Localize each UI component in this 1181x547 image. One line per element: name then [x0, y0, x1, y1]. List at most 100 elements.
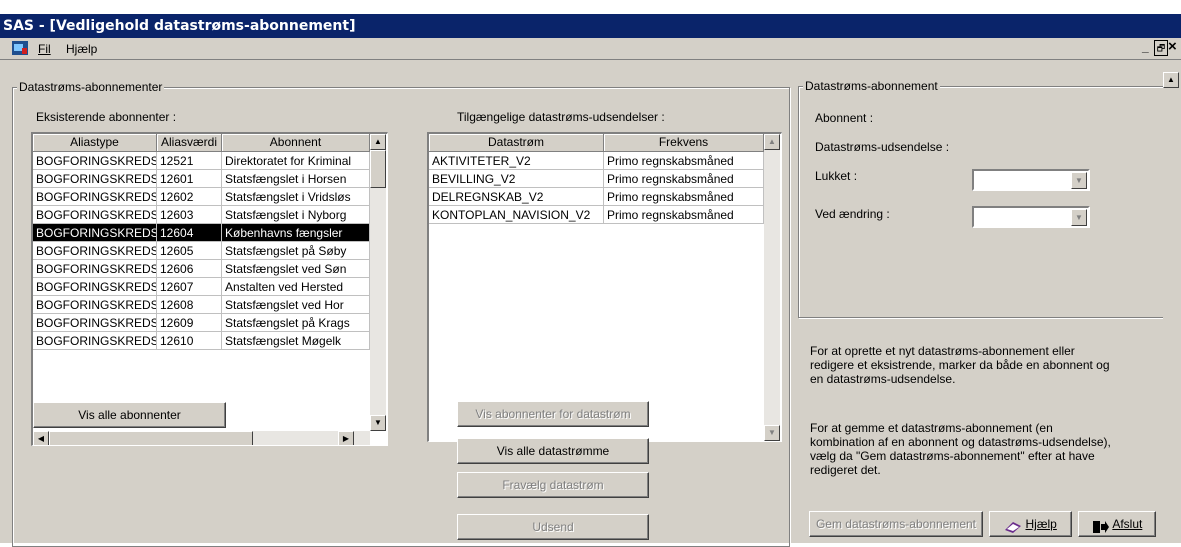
exit-button[interactable]: Afslut — [1078, 511, 1156, 537]
subscriber-label: Abonnent : — [815, 111, 874, 125]
available-streams-label: Tilgængelige datastrøms-udsendelser : — [457, 110, 665, 124]
table-row[interactable]: BOGFORINGSKREDS 12606 Statsfængslet ved Sø… — [33, 260, 370, 278]
streams-vscroll[interactable]: ▲ ▼ — [764, 134, 780, 441]
deselect-stream-button[interactable]: Fravælg datastrøm — [457, 472, 649, 498]
scroll-down-icon[interactable]: ▼ — [370, 415, 386, 431]
table-cell: BOGFORINGSKREDS — [33, 332, 157, 350]
panel-vscroll[interactable]: ▲ — [1163, 72, 1179, 520]
streams-grid[interactable]: Datastrøm Frekvens AKTIVITETER_V2 Primo r… — [427, 132, 782, 442]
table-row[interactable]: BOGFORINGSKREDS 12521 Direktoratet for Kri… — [33, 152, 370, 170]
table-cell: 12606 — [157, 260, 222, 278]
table-cell: 12601 — [157, 170, 222, 188]
closed-combo[interactable]: ▼ — [972, 169, 1090, 191]
subscribers-vscroll[interactable]: ▲ ▼ — [370, 134, 386, 431]
existing-subscribers-label: Eksisterende abonnenter : — [36, 110, 177, 124]
table-row[interactable]: BOGFORINGSKREDS 12608 Statsfængslet ved Ho… — [33, 296, 370, 314]
table-row[interactable]: BOGFORINGSKREDS 12603 Statsfængslet i Nybo… — [33, 206, 370, 224]
table-cell: Statsfængslet på Krags — [222, 314, 370, 332]
table-cell: Statsfængslet på Søby — [222, 242, 370, 260]
exit-door-icon — [1092, 518, 1110, 533]
table-cell: BOGFORINGSKREDS — [33, 188, 157, 206]
table-cell: Statsfængslet i Vridsløs — [222, 188, 370, 206]
menu-help[interactable]: Hjælp — [66, 42, 97, 56]
exit-button-label: Afslut — [1112, 517, 1143, 531]
table-cell: 12609 — [157, 314, 222, 332]
table-row[interactable]: AKTIVITETER_V2 Primo regnskabsmåned — [429, 152, 764, 170]
table-cell: Direktoratet for Kriminal — [222, 152, 370, 170]
table-cell: Primo regnskabsmåned — [604, 206, 764, 224]
table-row[interactable]: BOGFORINGSKREDS 12609 Statsfængslet på Kra… — [33, 314, 370, 332]
table-row[interactable]: BOGFORINGSKREDS 12604 Københavns fængsler — [33, 224, 370, 242]
subscribers-hscroll[interactable]: ◀ ▶ — [33, 431, 370, 445]
table-row[interactable]: BEVILLING_V2 Primo regnskabsmåned — [429, 170, 764, 188]
table-cell: 12607 — [157, 278, 222, 296]
table-cell: Statsfængslet i Horsen — [222, 170, 370, 188]
table-cell: BOGFORINGSKREDS — [33, 206, 157, 224]
menu-help-label: Hjælp — [66, 42, 98, 56]
table-cell: Statsfængslet i Nyborg — [222, 206, 370, 224]
sas-app-icon[interactable] — [12, 41, 28, 55]
on-change-label: Ved ændring : — [815, 207, 890, 221]
scroll-up-icon[interactable]: ▲ — [1163, 72, 1179, 88]
show-all-subscribers-button[interactable]: Vis alle abonnenter — [33, 402, 226, 428]
table-cell: Københavns fængsler — [222, 224, 370, 242]
table-row[interactable]: BOGFORINGSKREDS 12605 Statsfængslet på Søb… — [33, 242, 370, 260]
subscribers-hscroll-thumb[interactable] — [49, 431, 253, 445]
save-help-text: For at gemme et datastrøms-abonnement (e… — [810, 421, 1111, 477]
table-cell: Statsfængslet ved Hor — [222, 296, 370, 314]
scroll-left-icon[interactable]: ◀ — [33, 431, 49, 445]
scroll-right-icon[interactable]: ▶ — [338, 431, 354, 445]
show-all-streams-button[interactable]: Vis alle datastrømme — [457, 438, 649, 464]
table-row[interactable]: KONTOPLAN_NAVISION_V2 Primo regnskabsmåne… — [429, 206, 764, 224]
table-cell: BOGFORINGSKREDS — [33, 152, 157, 170]
closed-label: Lukket : — [815, 169, 858, 183]
table-row[interactable]: BOGFORINGSKREDS 12607 Anstalten ved Herste… — [33, 278, 370, 296]
table-cell: Statsfængslet Møgelk — [222, 332, 370, 350]
table-cell: 12608 — [157, 296, 222, 314]
table-cell: Primo regnskabsmåned — [604, 170, 764, 188]
subscribers-vscroll-thumb[interactable] — [370, 150, 386, 188]
table-cell: BEVILLING_V2 — [429, 170, 604, 188]
table-row[interactable]: BOGFORINGSKREDS 12610 Statsfængslet Møgelk — [33, 332, 370, 350]
table-cell: 12605 — [157, 242, 222, 260]
menu-file-label: Fil — [38, 42, 51, 56]
dropdown-arrow-icon[interactable]: ▼ — [1071, 209, 1087, 226]
save-subscription-button[interactable]: Gem datastrøms-abonnement — [809, 511, 983, 537]
table-cell: Statsfængslet ved Søn — [222, 260, 370, 278]
create-help-text: For at oprette et nyt datastrøms-abonnem… — [810, 344, 1110, 386]
table-cell: BOGFORINGSKREDS — [33, 260, 157, 278]
table-cell: BOGFORINGSKREDS — [33, 170, 157, 188]
show-subscribers-for-stream-button[interactable]: Vis abonnenter for datastrøm — [457, 401, 649, 427]
send-button[interactable]: Udsend — [457, 514, 649, 540]
col-header-frekvens[interactable]: Frekvens — [604, 134, 764, 152]
menu-bar: Fil Hjælp _ 🗗 × — [0, 38, 1181, 60]
menu-file[interactable]: Fil — [38, 42, 51, 56]
scroll-down-icon[interactable]: ▼ — [764, 425, 780, 441]
table-row[interactable]: DELREGNSKAB_V2 Primo regnskabsmåned — [429, 188, 764, 206]
table-row[interactable]: BOGFORINGSKREDS 12601 Statsfængslet i Hors… — [33, 170, 370, 188]
table-cell: 12521 — [157, 152, 222, 170]
restore-button[interactable]: 🗗 — [1154, 40, 1168, 56]
close-button[interactable]: × — [1168, 38, 1181, 56]
dropdown-arrow-icon[interactable]: ▼ — [1071, 172, 1087, 189]
client-area: Datastrøms-abonnementer Eksisterende abo… — [0, 60, 1181, 547]
help-book-icon — [1004, 518, 1022, 533]
minimize-button[interactable]: _ — [1142, 40, 1154, 56]
table-cell: AKTIVITETER_V2 — [429, 152, 604, 170]
help-button-label: Hjælp — [1025, 517, 1057, 531]
help-button[interactable]: Hjælp — [989, 511, 1072, 537]
col-header-datastrom[interactable]: Datastrøm — [429, 134, 604, 152]
table-cell: BOGFORINGSKREDS — [33, 296, 157, 314]
scroll-up-icon[interactable]: ▲ — [764, 134, 780, 150]
col-header-aliasvaerdi[interactable]: Aliasværdi — [157, 134, 222, 152]
col-header-abonnent[interactable]: Abonnent — [222, 134, 370, 152]
table-row[interactable]: BOGFORINGSKREDS 12602 Statsfængslet i Vrid… — [33, 188, 370, 206]
subscribers-grid[interactable]: Aliastype Aliasværdi Abonnent BOGFORINGS… — [31, 132, 388, 446]
col-header-aliastype[interactable]: Aliastype — [33, 134, 157, 152]
table-cell: Primo regnskabsmåned — [604, 152, 764, 170]
window-title: SAS - [Vedligehold datastrøms-abonnement… — [0, 14, 1181, 38]
table-cell: BOGFORINGSKREDS — [33, 314, 157, 332]
on-change-combo[interactable]: ▼ — [972, 206, 1090, 228]
scroll-up-icon[interactable]: ▲ — [370, 134, 386, 150]
table-cell: DELREGNSKAB_V2 — [429, 188, 604, 206]
